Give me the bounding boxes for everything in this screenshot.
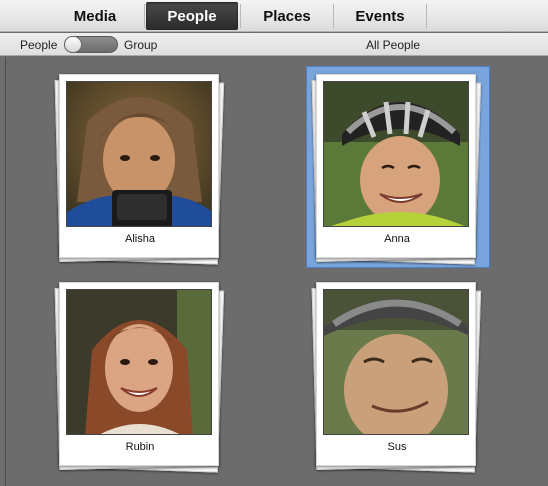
person-name: Rubin xyxy=(125,441,155,453)
person-photo[interactable] xyxy=(323,81,469,227)
person-name: Alisha xyxy=(125,233,155,245)
polaroid-frame: Anna xyxy=(316,74,476,258)
person-name: Sus xyxy=(387,441,407,453)
polaroid-frame: Sus xyxy=(316,282,476,466)
person-photo[interactable] xyxy=(66,81,212,227)
toggle-knob[interactable] xyxy=(64,36,82,53)
person-photo[interactable] xyxy=(323,289,469,435)
tab-events[interactable]: Events xyxy=(334,2,426,30)
person-card-anna[interactable]: Anna xyxy=(306,66,490,268)
polaroid-frame: Alisha xyxy=(59,74,219,258)
person-card-rubin[interactable]: Rubin xyxy=(54,282,225,473)
person-photo[interactable] xyxy=(66,289,212,435)
person-name: Anna xyxy=(384,233,410,245)
tab-media[interactable]: Media xyxy=(46,2,144,30)
tab-places[interactable]: Places xyxy=(241,2,333,30)
person-card-sus[interactable]: Sus xyxy=(311,282,482,473)
people-toolbar: People Group All People xyxy=(0,33,548,56)
tab-divider xyxy=(426,4,427,28)
people-group-toggle[interactable] xyxy=(64,36,118,53)
view-tab-bar: Media People Places Events xyxy=(0,0,548,32)
group-view-label: Group xyxy=(124,38,158,52)
people-view-label: People xyxy=(20,38,58,52)
polaroid-frame: Rubin xyxy=(59,282,219,466)
tab-divider xyxy=(144,4,145,28)
tab-people[interactable]: People xyxy=(146,2,238,30)
all-people-title: All People xyxy=(366,38,421,52)
person-card-alisha[interactable]: Alisha xyxy=(54,74,225,265)
people-grid: Alisha Anna Rubin Sus xyxy=(5,57,548,486)
